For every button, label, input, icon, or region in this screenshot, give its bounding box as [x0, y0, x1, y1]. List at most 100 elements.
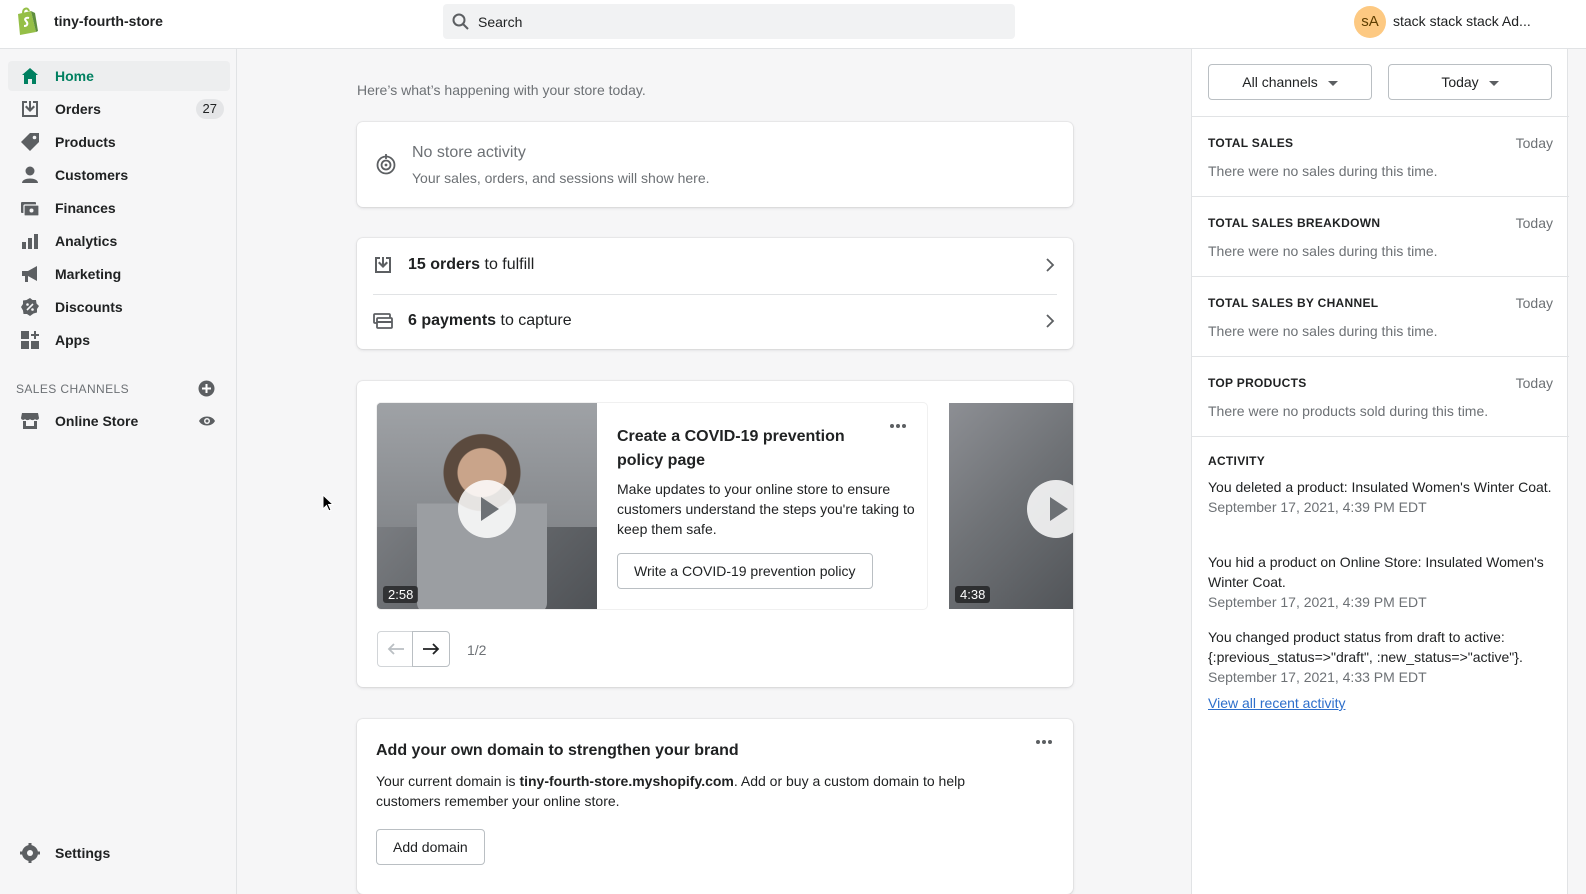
sidebar-item-label: Marketing — [55, 266, 122, 282]
section-period: Today — [1515, 375, 1553, 391]
store-icon — [21, 413, 39, 429]
sales-channels-heading: SALES CHANNELS — [16, 382, 129, 396]
section-text: There were no sales during this time. — [1208, 163, 1438, 179]
sidebar-item-home[interactable]: Home — [8, 61, 230, 91]
domain-card-description: Your current domain is tiny-fourth-store… — [376, 773, 966, 809]
slide-title: Create a COVID-19 prevention policy page — [617, 428, 845, 469]
section-heading: TOP PRODUCTS — [1208, 376, 1307, 390]
video-thumbnail[interactable]: 2:58 — [377, 403, 597, 609]
apps-icon — [21, 331, 39, 349]
page-indicator: 1/2 — [467, 642, 487, 658]
sidebar-item-label: Home — [55, 68, 94, 84]
orders-count-badge: 27 — [195, 99, 224, 119]
section-text: There were no sales during this time. — [1208, 243, 1438, 259]
arrow-right-icon — [423, 643, 440, 655]
store-name[interactable]: tiny-fourth-store — [54, 13, 163, 29]
search-bar[interactable]: Search — [443, 4, 1015, 39]
sidebar-item-label: Finances — [55, 200, 116, 216]
orders-to-fulfill-row[interactable]: 15 orders to fulfill — [357, 238, 1073, 293]
avatar[interactable]: sA — [1354, 6, 1386, 38]
payments-to-capture-text: 6 payments to capture — [408, 312, 572, 329]
caret-down-icon — [1327, 80, 1338, 86]
add-domain-button[interactable]: Add domain — [376, 829, 485, 865]
sidebar-item-marketing[interactable]: Marketing — [8, 259, 230, 289]
search-placeholder: Search — [478, 14, 523, 30]
payments-icon — [373, 313, 393, 329]
search-icon — [452, 13, 469, 30]
add-circle-icon[interactable] — [198, 380, 215, 397]
total-sales-section[interactable]: TOTAL SALES Today There were no sales du… — [1192, 116, 1569, 196]
sidebar-item-apps[interactable]: Apps — [8, 325, 230, 355]
guidance-carousel: 2:58 Create a COVID-19 prevention policy… — [357, 381, 1073, 687]
sidebar-item-label: Orders — [55, 101, 101, 117]
play-icon[interactable] — [1027, 480, 1073, 538]
activity-heading: ACTIVITY — [1208, 454, 1266, 468]
sidebar-item-customers[interactable]: Customers — [8, 160, 230, 190]
next-slide-preview[interactable]: 4:38 — [949, 403, 1073, 609]
all-channels-dropdown[interactable]: All channels — [1208, 64, 1372, 100]
activity-item: You changed product status from draft to… — [1208, 629, 1523, 685]
activity-item: You deleted a product: Insulated Women's… — [1208, 479, 1552, 515]
tasks-card: 15 orders to fulfill 6 payments to captu… — [357, 238, 1073, 349]
sidebar-item-analytics[interactable]: Analytics — [8, 226, 230, 256]
eye-icon[interactable] — [198, 414, 216, 428]
carousel-slide: 2:58 Create a COVID-19 prevention policy… — [377, 403, 927, 609]
sidebar-item-label: Apps — [55, 332, 90, 348]
more-options-icon[interactable] — [1035, 739, 1053, 745]
slide-description: Make updates to your online store to ens… — [617, 481, 915, 537]
sidebar-item-label: Products — [55, 134, 116, 150]
sidebar-item-label: Discounts — [55, 299, 123, 315]
sidebar-item-label: Online Store — [55, 413, 139, 429]
sidebar-item-label: Analytics — [55, 233, 118, 249]
discount-icon — [21, 298, 39, 316]
sidebar-item-discounts[interactable]: Discounts — [8, 292, 230, 322]
caret-down-icon — [1488, 80, 1499, 86]
chevron-right-icon — [1046, 258, 1055, 272]
bar-chart-icon — [22, 234, 38, 249]
date-range-dropdown[interactable]: Today — [1388, 64, 1552, 100]
total-sales-by-channel-section[interactable]: TOTAL SALES BY CHANNEL Today There were … — [1192, 276, 1569, 356]
finances-icon — [21, 202, 40, 217]
video-duration: 2:58 — [383, 586, 419, 603]
chevron-right-icon — [1046, 314, 1055, 328]
more-options-icon[interactable] — [889, 423, 907, 429]
previous-button[interactable] — [377, 631, 413, 667]
section-heading: TOTAL SALES BY CHANNEL — [1208, 296, 1379, 310]
next-button[interactable] — [412, 631, 450, 667]
activity-card-description: Your sales, orders, and sessions will sh… — [412, 170, 710, 186]
sidebar-item-products[interactable]: Products — [8, 127, 230, 157]
store-activity-card: No store activity Your sales, orders, an… — [357, 122, 1073, 207]
orders-icon — [375, 257, 391, 273]
write-policy-button[interactable]: Write a COVID-19 prevention policy — [617, 553, 873, 589]
section-text: There were no products sold during this … — [1208, 403, 1489, 419]
activity-card-title: No store activity — [412, 144, 526, 161]
payments-to-capture-row[interactable]: 6 payments to capture — [357, 294, 1073, 349]
domain-card: Add your own domain to strengthen your b… — [357, 719, 1073, 894]
section-period: Today — [1515, 215, 1553, 231]
shopify-logo-icon[interactable] — [14, 6, 40, 36]
top-products-section[interactable]: TOP PRODUCTS Today There were no product… — [1192, 356, 1569, 436]
sidebar: Home Orders 27 Products Customers Financ… — [0, 49, 237, 894]
total-sales-breakdown-section[interactable]: TOTAL SALES BREAKDOWN Today There were n… — [1192, 196, 1569, 276]
mouse-cursor-icon — [322, 494, 334, 512]
user-name[interactable]: stack stack stack Ad... — [1393, 13, 1531, 29]
section-heading: TOTAL SALES BREAKDOWN — [1208, 216, 1381, 230]
view-all-activity-link[interactable]: View all recent activity — [1208, 695, 1345, 711]
megaphone-icon — [22, 266, 37, 282]
section-text: There were no sales during this time. — [1208, 323, 1438, 339]
person-icon — [22, 166, 38, 183]
activity-item: You hid a product on Online Store: Insul… — [1208, 554, 1544, 610]
section-period: Today — [1515, 295, 1553, 311]
right-panel: All channels Today TOTAL SALES Today The… — [1191, 49, 1569, 894]
sidebar-item-settings[interactable]: Settings — [8, 838, 230, 868]
sidebar-item-finances[interactable]: Finances — [8, 193, 230, 223]
sidebar-item-label: Customers — [55, 167, 129, 183]
play-icon[interactable] — [458, 480, 516, 538]
sidebar-item-orders[interactable]: Orders 27 — [8, 94, 230, 124]
orders-to-fulfill-text: 15 orders to fulfill — [408, 256, 535, 273]
page-subtitle: Here’s what’s happening with your store … — [357, 82, 646, 98]
tag-icon — [21, 133, 39, 151]
top-bar: tiny-fourth-store Search sA stack stack … — [0, 0, 1586, 49]
section-period: Today — [1515, 135, 1553, 151]
sidebar-item-online-store[interactable]: Online Store — [8, 406, 230, 436]
